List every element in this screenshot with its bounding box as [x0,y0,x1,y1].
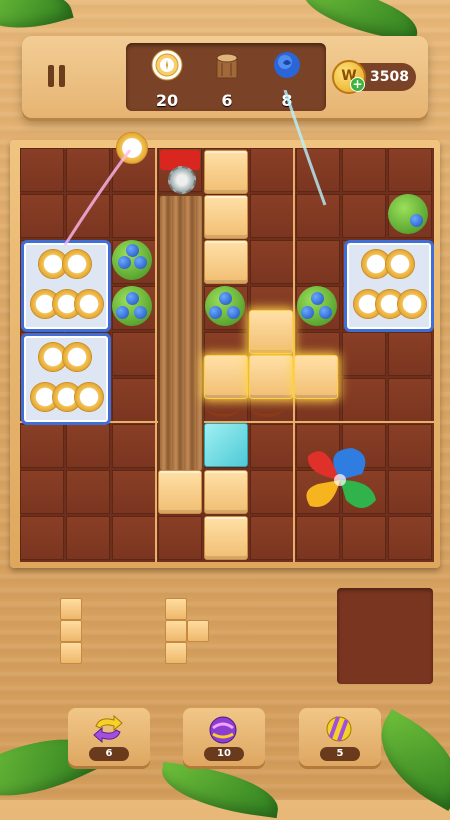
plate [62,249,92,279]
pause-button[interactable] [46,65,68,89]
color-swirl-icon [306,448,376,508]
board-cell[interactable] [20,424,64,468]
plate-tray [21,240,111,332]
board-cell[interactable] [66,424,110,468]
booster-count: 6 [89,747,129,761]
plate [74,382,104,412]
wood-log-obstacle [158,194,204,472]
board-cell[interactable] [158,516,202,560]
plate-tray [344,240,434,332]
board-divider [155,148,157,562]
piece-i-vertical[interactable] [60,598,82,668]
striped-ball-icon [326,716,352,742]
bow-decoration [250,398,284,417]
plate [62,342,92,372]
wood-block [204,470,248,514]
board-cell[interactable] [342,516,386,560]
placed-block [249,310,293,354]
light-trail [283,90,327,206]
board-cell[interactable] [342,194,386,238]
board-cell[interactable] [342,378,386,422]
wood-block [204,240,248,284]
rose-bush [205,286,245,326]
board-cell[interactable] [20,148,64,192]
placed-block [204,355,248,399]
goal-wood-count: 6 [221,91,233,110]
board-cell[interactable] [112,470,156,514]
board-cell[interactable] [112,516,156,560]
wood-block [204,516,248,560]
board-cell[interactable] [250,424,294,468]
purple-ball-icon [209,716,237,744]
goal-wood: 6 [202,49,252,110]
wood-block [204,195,248,239]
board-cell[interactable] [20,194,64,238]
booster-striped[interactable]: 5 [299,708,381,766]
coin-counter[interactable]: W + 3508 [332,60,416,94]
board-cell[interactable] [112,332,156,376]
board-cell[interactable] [388,470,432,514]
top-bar: 20 6 8 W + 3508 [22,36,428,118]
board-cell[interactable] [388,148,432,192]
plate-icon [151,49,183,81]
add-coins-icon[interactable]: + [350,77,365,92]
rose-bush [388,194,428,234]
board-cell[interactable] [250,516,294,560]
goal-plates: 20 [142,49,192,110]
coin-value: 3508 [370,69,409,85]
board-cell[interactable] [388,332,432,376]
ice-block [204,423,248,467]
board-cell[interactable] [66,470,110,514]
board-cell[interactable] [388,378,432,422]
rose-bush [297,286,337,326]
board-cell[interactable] [20,470,64,514]
board-cell[interactable] [250,470,294,514]
swap-arrows-icon [93,714,123,744]
board-cell[interactable] [250,240,294,284]
plate [397,289,427,319]
wood-stump-icon [216,53,238,79]
bow-decoration [206,398,240,417]
saw-obstacle [160,150,200,194]
board-cell[interactable] [342,332,386,376]
booster-shuffle[interactable]: 6 [68,708,150,766]
plate [385,249,415,279]
board-cell[interactable] [112,424,156,468]
booster-count: 5 [320,747,360,761]
light-trail [63,150,132,246]
rose-bush [112,286,152,326]
saw-blade-icon [168,166,196,194]
placed-block [249,355,293,399]
board-cell[interactable] [20,516,64,560]
placed-block [294,355,338,399]
plate [74,289,104,319]
plate-tray [21,333,111,425]
blue-rose-icon [274,52,300,78]
empty-piece-slot[interactable] [337,588,433,684]
board-cell[interactable] [388,424,432,468]
board-cell[interactable] [296,240,340,284]
board-cell[interactable] [112,378,156,422]
board-cell[interactable] [388,516,432,560]
board-cell[interactable] [296,516,340,560]
board-cell[interactable] [66,516,110,560]
wood-block [158,470,202,514]
piece-t-shape[interactable] [165,598,209,668]
wood-block [204,150,248,194]
goal-plates-count: 20 [155,91,179,110]
booster-count: 10 [204,747,244,761]
board-cell[interactable] [342,148,386,192]
booster-bomb[interactable]: 10 [183,708,265,766]
